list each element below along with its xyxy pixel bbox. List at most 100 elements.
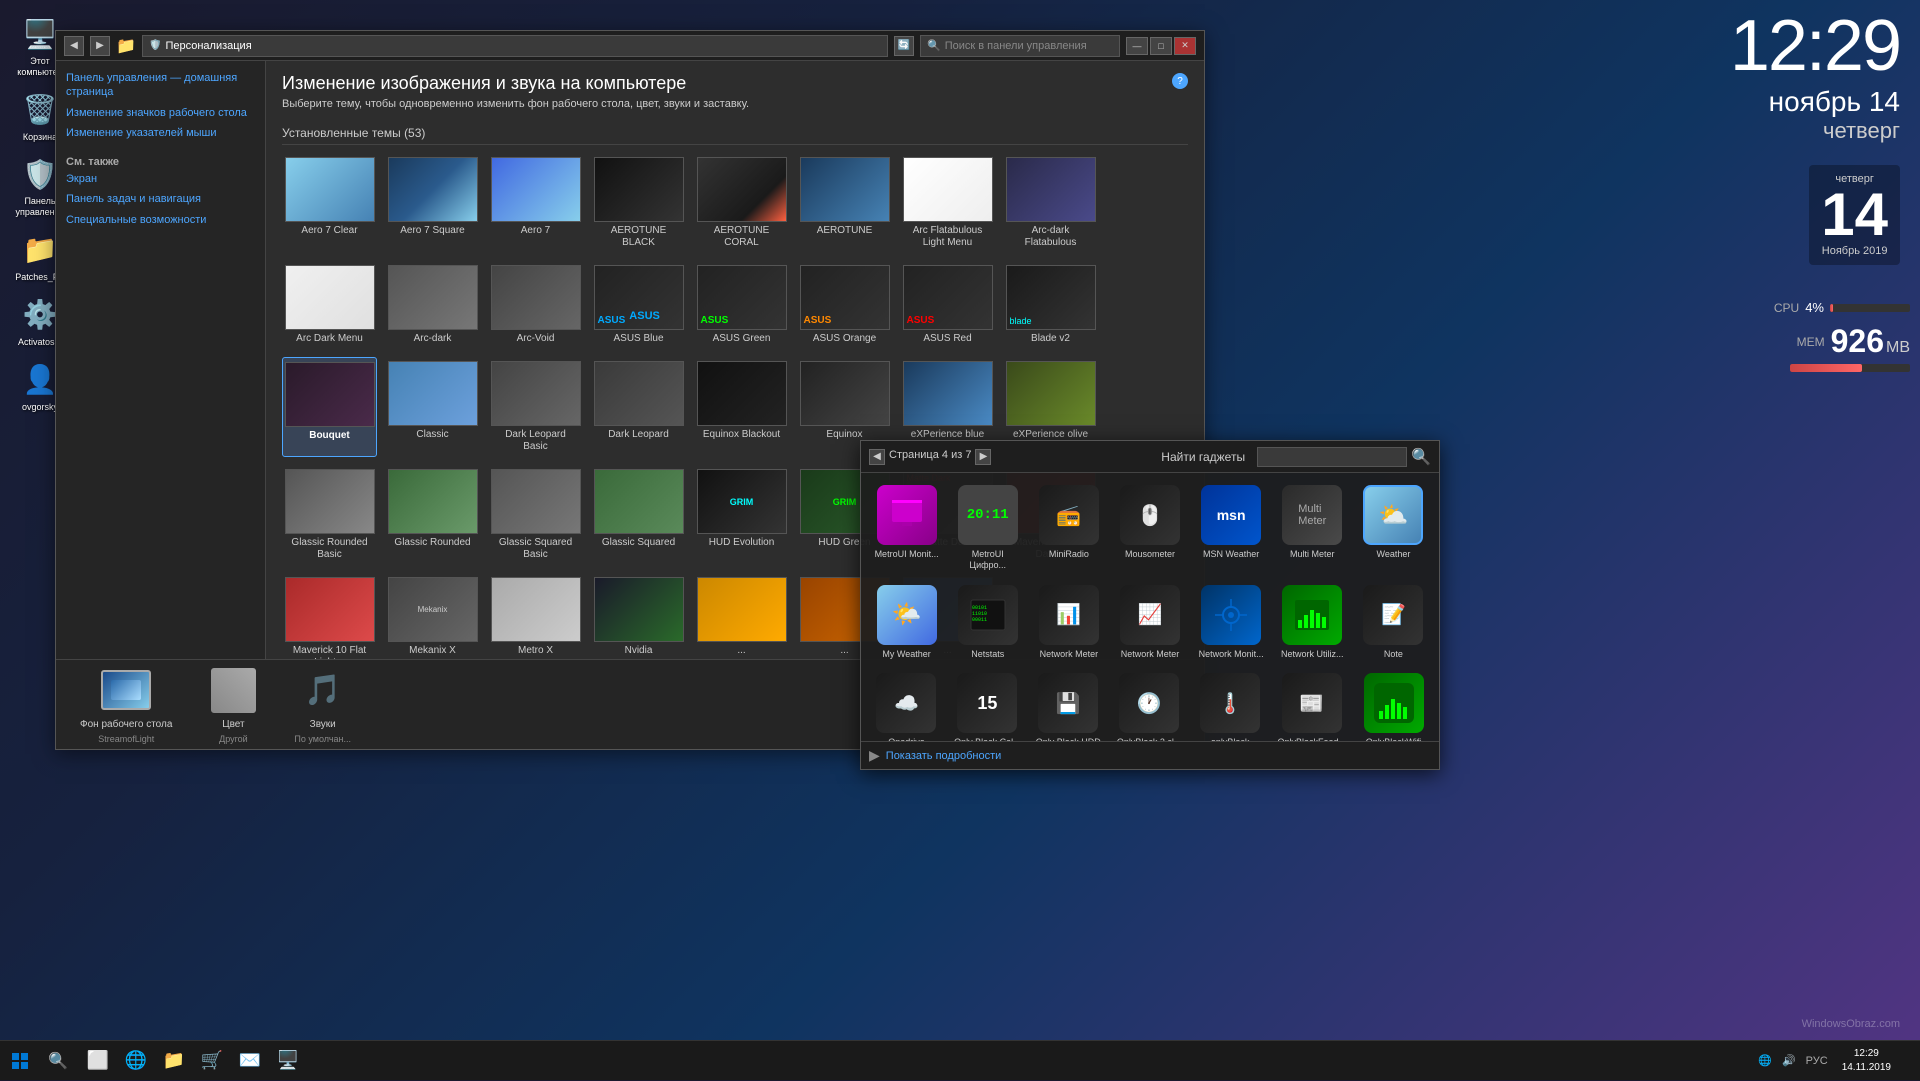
nav-back-button[interactable]: ◀	[64, 36, 84, 56]
gadget-name-network-monit: Network Monit...	[1199, 649, 1264, 660]
theme-thumb-aero7square	[388, 157, 478, 222]
gadget-onlyblack-weat[interactable]: 🌡️ onlyBlack Weat...	[1193, 669, 1268, 741]
theme-asus-blue[interactable]: ASUS ASUS Blue	[591, 261, 686, 349]
minimize-button[interactable]: —	[1126, 37, 1148, 55]
sidebar-home-link[interactable]: Панель управления — домашняя страница	[66, 71, 255, 100]
sidebar-accessibility-link[interactable]: Специальные возможности	[66, 213, 255, 227]
gadget-netstats[interactable]: 00101 11010 00011 Netstats	[950, 581, 1025, 664]
gadget-note[interactable]: 📝 Note	[1356, 581, 1431, 664]
theme-aero7[interactable]: Aero 7	[488, 153, 583, 253]
theme-bottom1[interactable]: ...	[694, 573, 789, 659]
show-details-link[interactable]: Показать подробности	[886, 750, 1001, 762]
tray-network[interactable]: 🌐	[1754, 1054, 1776, 1067]
theme-arc-dark[interactable]: Arc-dark	[385, 261, 480, 349]
theme-name-bottom1: ...	[737, 645, 745, 657]
theme-aerotune-coral[interactable]: AEROTUNE CORAL	[694, 153, 789, 253]
sidebar-mouse-link[interactable]: Изменение указателей мыши	[66, 126, 255, 140]
info-icon[interactable]: ?	[1172, 73, 1188, 89]
sidebar-screen-link[interactable]: Экран	[66, 172, 255, 186]
gadget-multi-meter[interactable]: MultiMeter Multi Meter	[1275, 481, 1350, 575]
taskbar-task-view[interactable]: ⬜	[80, 1041, 116, 1081]
sidebar-taskbar-link[interactable]: Панель задач и навигация	[66, 192, 255, 206]
gadget-network-monit[interactable]: Network Monit...	[1194, 581, 1269, 664]
theme-bouquet[interactable]: Bouquet	[282, 357, 377, 457]
gadget-only-black-hdd[interactable]: 💾 Only Black HDD	[1031, 669, 1106, 741]
gadget-mousometer[interactable]: 🖱️ Mousometer	[1112, 481, 1187, 575]
taskbar-mail-icon[interactable]: ✉️	[232, 1041, 268, 1081]
theme-glassic-rounded[interactable]: Glassic Rounded	[385, 465, 480, 565]
taskbar-search-button[interactable]: 🔍	[40, 1041, 76, 1081]
start-button[interactable]	[0, 1041, 40, 1081]
gadget-weather[interactable]: ⛅ Weather	[1356, 481, 1431, 575]
gadgets-panel: ◀ Страница 4 из 7 ▶ Найти гаджеты 🔍 Metr…	[860, 440, 1440, 770]
gadget-onlyblackfeed[interactable]: 📰 OnlyBlackFeed...	[1274, 669, 1351, 741]
gadget-network-meter1[interactable]: 📊 Network Meter	[1031, 581, 1106, 664]
theme-name-dark-leopard-basic: Dark Leopard Basic	[492, 429, 579, 453]
theme-arc-void[interactable]: Arc-Void	[488, 261, 583, 349]
theme-glassic-rounded-basic[interactable]: Glassic Rounded Basic	[282, 465, 377, 565]
mem-value: 926	[1831, 323, 1884, 360]
nav-forward-button[interactable]: ▶	[90, 36, 110, 56]
gadget-onlyblackwifi[interactable]: OnlyBlackWifi	[1356, 669, 1431, 741]
tray-volume[interactable]: 🔊	[1778, 1054, 1800, 1067]
sidebar-icons-link[interactable]: Изменение значков рабочего стола	[66, 106, 255, 120]
gadget-icon-metroui-monitor	[877, 485, 937, 545]
gadgets-next-page[interactable]: ▶	[975, 449, 991, 465]
wallpaper-label: Фон рабочего стола	[80, 719, 172, 730]
theme-dark-leopard-basic[interactable]: Dark Leopard Basic	[488, 357, 583, 457]
gadget-my-weather[interactable]: 🌤️ My Weather	[869, 581, 944, 664]
theme-nvidia[interactable]: Nvidia	[591, 573, 686, 659]
gadgets-search-button[interactable]: 🔍	[1411, 447, 1431, 467]
gadget-metroui-monitor[interactable]: MetroUI Monit...	[869, 481, 944, 575]
refresh-button[interactable]: 🔄	[894, 36, 914, 56]
theme-name-equinox: Equinox	[826, 429, 862, 441]
maximize-button[interactable]: □	[1150, 37, 1172, 55]
tray-ime[interactable]: РУС	[1802, 1055, 1832, 1067]
calendar-month-year: Ноябрь 2019	[1821, 245, 1888, 257]
taskbar-app-icon[interactable]: 🖥️	[270, 1041, 306, 1081]
gadget-only-black-cal[interactable]: 15 Only Black Cal...	[950, 669, 1025, 741]
theme-arc-dark-flat[interactable]: Arc-dark Flatabulous	[1003, 153, 1098, 253]
taskbar-explorer-icon[interactable]: 📁	[156, 1041, 192, 1081]
bottom-color[interactable]: Цвет Другой	[200, 661, 266, 748]
gadget-msn-weather[interactable]: msn MSN Weather	[1194, 481, 1269, 575]
theme-hud-evolution[interactable]: GRIM HUD Evolution	[694, 465, 789, 565]
theme-asus-red[interactable]: ASUS ASUS Red	[900, 261, 995, 349]
bottom-wallpaper[interactable]: Фон рабочего стола StreamofLight	[72, 661, 180, 748]
theme-aerotune[interactable]: AEROTUNE	[797, 153, 892, 253]
gadget-network-utiliz[interactable]: Network Utiliz...	[1275, 581, 1350, 664]
gadget-network-meter2[interactable]: 📈 Network Meter	[1112, 581, 1187, 664]
bottom-sounds[interactable]: 🎵 Звуки По умолчан...	[286, 661, 359, 748]
gadgets-prev-page[interactable]: ◀	[869, 449, 885, 465]
theme-blade[interactable]: blade Blade v2	[1003, 261, 1098, 349]
theme-equinox-blackout[interactable]: Equinox Blackout	[694, 357, 789, 457]
theme-mekanix[interactable]: Mekanix Mekanix X	[385, 573, 480, 659]
theme-aero7clear[interactable]: Aero 7 Clear	[282, 153, 377, 253]
gadget-miniradio[interactable]: 📻 MiniRadio	[1031, 481, 1106, 575]
theme-asus-green[interactable]: ASUS ASUS Green	[694, 261, 789, 349]
theme-aerotune-black[interactable]: AEROTUNE BLACK	[591, 153, 686, 253]
gadgets-body: MetroUI Monit... 20:11 MetroUI Цифро... …	[861, 473, 1439, 741]
address-bar[interactable]: 🛡️ Персонализация	[142, 35, 888, 57]
theme-classic[interactable]: Classic	[385, 357, 480, 457]
gadget-onedrive[interactable]: ☁️ Onedrive	[869, 669, 944, 741]
theme-glassic-squared[interactable]: Glassic Squared	[591, 465, 686, 565]
theme-arc-dark-menu[interactable]: Arc Dark Menu	[282, 261, 377, 349]
theme-asus-orange[interactable]: ASUS ASUS Orange	[797, 261, 892, 349]
theme-maverick-flat-lighter[interactable]: Maverick 10 Flat Lighter	[282, 573, 377, 659]
gadget-metroui-digit[interactable]: 20:11 MetroUI Цифро...	[950, 481, 1025, 575]
close-button[interactable]: ✕	[1174, 37, 1196, 55]
theme-name-equinox-blackout: Equinox Blackout	[703, 429, 780, 441]
gadgets-search-input[interactable]	[1257, 447, 1407, 467]
theme-dark-leopard[interactable]: Dark Leopard	[591, 357, 686, 457]
taskbar-store-icon[interactable]: 🛒	[194, 1041, 230, 1081]
theme-glassic-squared-basic[interactable]: Glassic Squared Basic	[488, 465, 583, 565]
taskbar-ie-icon[interactable]: 🌐	[118, 1041, 154, 1081]
theme-metro-x[interactable]: Metro X	[488, 573, 583, 659]
gadget-icon-my-weather: 🌤️	[877, 585, 937, 645]
theme-arc-flat-light[interactable]: Arc Flatabulous Light Menu	[900, 153, 995, 253]
search-bar[interactable]: 🔍 Поиск в панели управления	[920, 35, 1120, 57]
gadget-onlyblack-2cl[interactable]: 🕐 OnlyBlack 2 cl...	[1112, 669, 1187, 741]
taskbar-clock[interactable]: 12:29 14.11.2019	[1834, 1047, 1899, 1075]
theme-aero7square[interactable]: Aero 7 Square	[385, 153, 480, 253]
